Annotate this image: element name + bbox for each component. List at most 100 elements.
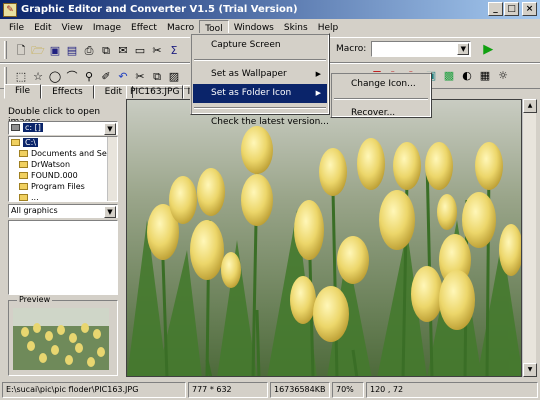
chevron-down-icon[interactable]: ▼	[104, 123, 116, 135]
status-size: 16736584KB	[270, 382, 330, 398]
menu-item-label: Set as Wallpaper	[211, 69, 287, 79]
toolbar-grip[interactable]	[4, 41, 7, 59]
menu-separator	[194, 59, 326, 61]
folder-item[interactable]: Documents and Setti	[9, 148, 117, 159]
drive-select[interactable]: c: [] ▼	[8, 121, 118, 135]
menu-effect[interactable]: Effect	[126, 20, 162, 36]
preview-label: Preview	[17, 295, 53, 304]
folder-item[interactable]: ...	[9, 192, 117, 202]
menu-item-capture-screen[interactable]: Capture Screen	[193, 36, 327, 55]
close-button[interactable]: ×	[522, 2, 537, 16]
open-folder-icon[interactable]: 🗁	[31, 43, 45, 57]
star-select-icon[interactable]: ☆	[31, 69, 45, 83]
folder-open-icon	[11, 139, 20, 146]
menu-item-check-version[interactable]: Check the latest version...	[193, 113, 329, 132]
submenu-change-icon[interactable]: Change Icon...	[333, 75, 429, 94]
menu-image[interactable]: Image	[88, 20, 126, 36]
new-file-icon[interactable]: 🗋	[14, 43, 28, 57]
file-list[interactable]	[8, 220, 118, 295]
copy-icon[interactable]: ⧉	[150, 69, 164, 83]
status-coords: 120 , 72	[366, 382, 538, 398]
folder-item[interactable]: Program Files	[9, 181, 117, 192]
folder-tree[interactable]: C:\ Documents and Setti DrWatson FOUND.0…	[8, 136, 118, 202]
folder-label: Documents and Setti	[31, 149, 116, 158]
grayscale-icon[interactable]: ▦	[478, 68, 492, 82]
status-zoom: 70%	[332, 382, 364, 398]
preview-image	[13, 308, 109, 370]
tab-effects[interactable]: Effects	[41, 85, 94, 99]
batch-icon[interactable]: ⧉	[99, 43, 113, 57]
folder-label: C:\	[23, 138, 38, 147]
tab-pic163[interactable]: PIC163.JPG	[126, 85, 184, 99]
macro-select[interactable]: ▼	[371, 41, 472, 57]
folder-label: Program Files	[31, 182, 85, 191]
preview-box: Preview	[8, 295, 118, 376]
folder-item[interactable]: FOUND.000	[9, 170, 117, 181]
image-canvas[interactable]	[126, 99, 522, 377]
scissors-icon[interactable]: ✂	[133, 69, 147, 83]
folder-label: FOUND.000	[31, 171, 78, 180]
folder-scrollbar[interactable]	[107, 137, 117, 201]
folder-icon	[19, 172, 28, 179]
undo-icon[interactable]: ↶	[116, 69, 130, 83]
drive-icon	[11, 124, 20, 131]
magic-wand-icon[interactable]: ⚲	[82, 69, 96, 83]
lasso-icon[interactable]: ⌒	[65, 69, 79, 83]
sigma-icon[interactable]: Σ	[167, 43, 181, 57]
file-type-select[interactable]: All graphics ▼	[8, 204, 118, 218]
chevron-down-icon[interactable]: ▼	[457, 43, 470, 55]
menu-separator	[334, 98, 428, 100]
submenu-arrow-icon: ▶	[315, 70, 321, 78]
scroll-down-icon[interactable]: ▼	[523, 363, 537, 377]
menu-view[interactable]: View	[57, 20, 88, 36]
folder-item[interactable]: C:\	[9, 137, 117, 148]
menu-edit[interactable]: Edit	[29, 20, 56, 36]
menu-item-set-wallpaper[interactable]: Set as Wallpaper ▶	[193, 65, 327, 84]
tulip-image	[127, 100, 521, 376]
scan-icon[interactable]: ▭	[133, 43, 147, 57]
contrast-icon[interactable]: ◐	[460, 68, 474, 82]
folder-label: ...	[31, 193, 39, 202]
tool-menu: Capture Screen Set as Wallpaper ▶ Set as …	[190, 33, 330, 127]
file-type-value: All graphics	[11, 206, 58, 215]
status-path: E:\sucai\pic\pic floder\PIC163.JPG	[2, 382, 186, 398]
chevron-down-icon[interactable]: ▼	[104, 206, 116, 218]
menu-separator	[194, 107, 326, 109]
brightness-icon[interactable]: ☼	[496, 68, 510, 82]
minimize-button[interactable]: _	[488, 2, 503, 16]
image-icon[interactable]: ▨	[167, 69, 181, 83]
save-icon[interactable]: ▣	[48, 43, 62, 57]
maximize-button[interactable]: □	[504, 2, 519, 16]
left-tabs: File Effects Edit	[4, 84, 134, 99]
status-dimensions: 777 * 632	[188, 382, 268, 398]
menu-item-label: Set as Folder Icon	[211, 88, 292, 98]
email-icon[interactable]: ✉	[116, 43, 130, 57]
save-as-icon[interactable]: ▤	[65, 43, 79, 57]
menu-item-set-folder-icon[interactable]: Set as Folder Icon ▶	[193, 84, 327, 103]
folder-icon-submenu: Change Icon... Recover...	[330, 72, 432, 118]
title-bar: ✎ Graphic Editor and Converter V1.5 (Tri…	[0, 0, 540, 19]
toolbar-grip-2[interactable]	[4, 67, 7, 85]
submenu-recover[interactable]: Recover...	[333, 104, 429, 123]
status-bar: E:\sucai\pic\pic floder\PIC163.JPG 777 *…	[0, 380, 540, 400]
ellipse-select-icon[interactable]: ◯	[48, 69, 62, 83]
folder-label: DrWatson	[31, 160, 71, 169]
landscape-icon[interactable]: ▩	[442, 68, 456, 82]
folder-icon	[19, 183, 28, 190]
app-icon: ✎	[3, 2, 17, 17]
tab-file[interactable]: File	[4, 84, 42, 99]
left-panel: File Effects Edit Double click to open i…	[4, 84, 134, 377]
print-icon[interactable]: ⎙	[82, 43, 96, 57]
cut-icon[interactable]: ✂	[150, 43, 164, 57]
menu-file[interactable]: File	[4, 20, 29, 36]
folder-icon	[19, 161, 28, 168]
macro-label: Macro:	[336, 44, 367, 54]
folder-icon	[19, 150, 28, 157]
vertical-scrollbar[interactable]: ▲ ▼	[522, 99, 537, 377]
folder-icon	[19, 194, 28, 201]
brush-icon[interactable]: ✐	[99, 69, 113, 83]
play-icon[interactable]: ▶	[483, 42, 493, 57]
rect-select-icon[interactable]: ⬚	[14, 69, 28, 83]
scroll-up-icon[interactable]: ▲	[523, 99, 537, 113]
folder-item[interactable]: DrWatson	[9, 159, 117, 170]
